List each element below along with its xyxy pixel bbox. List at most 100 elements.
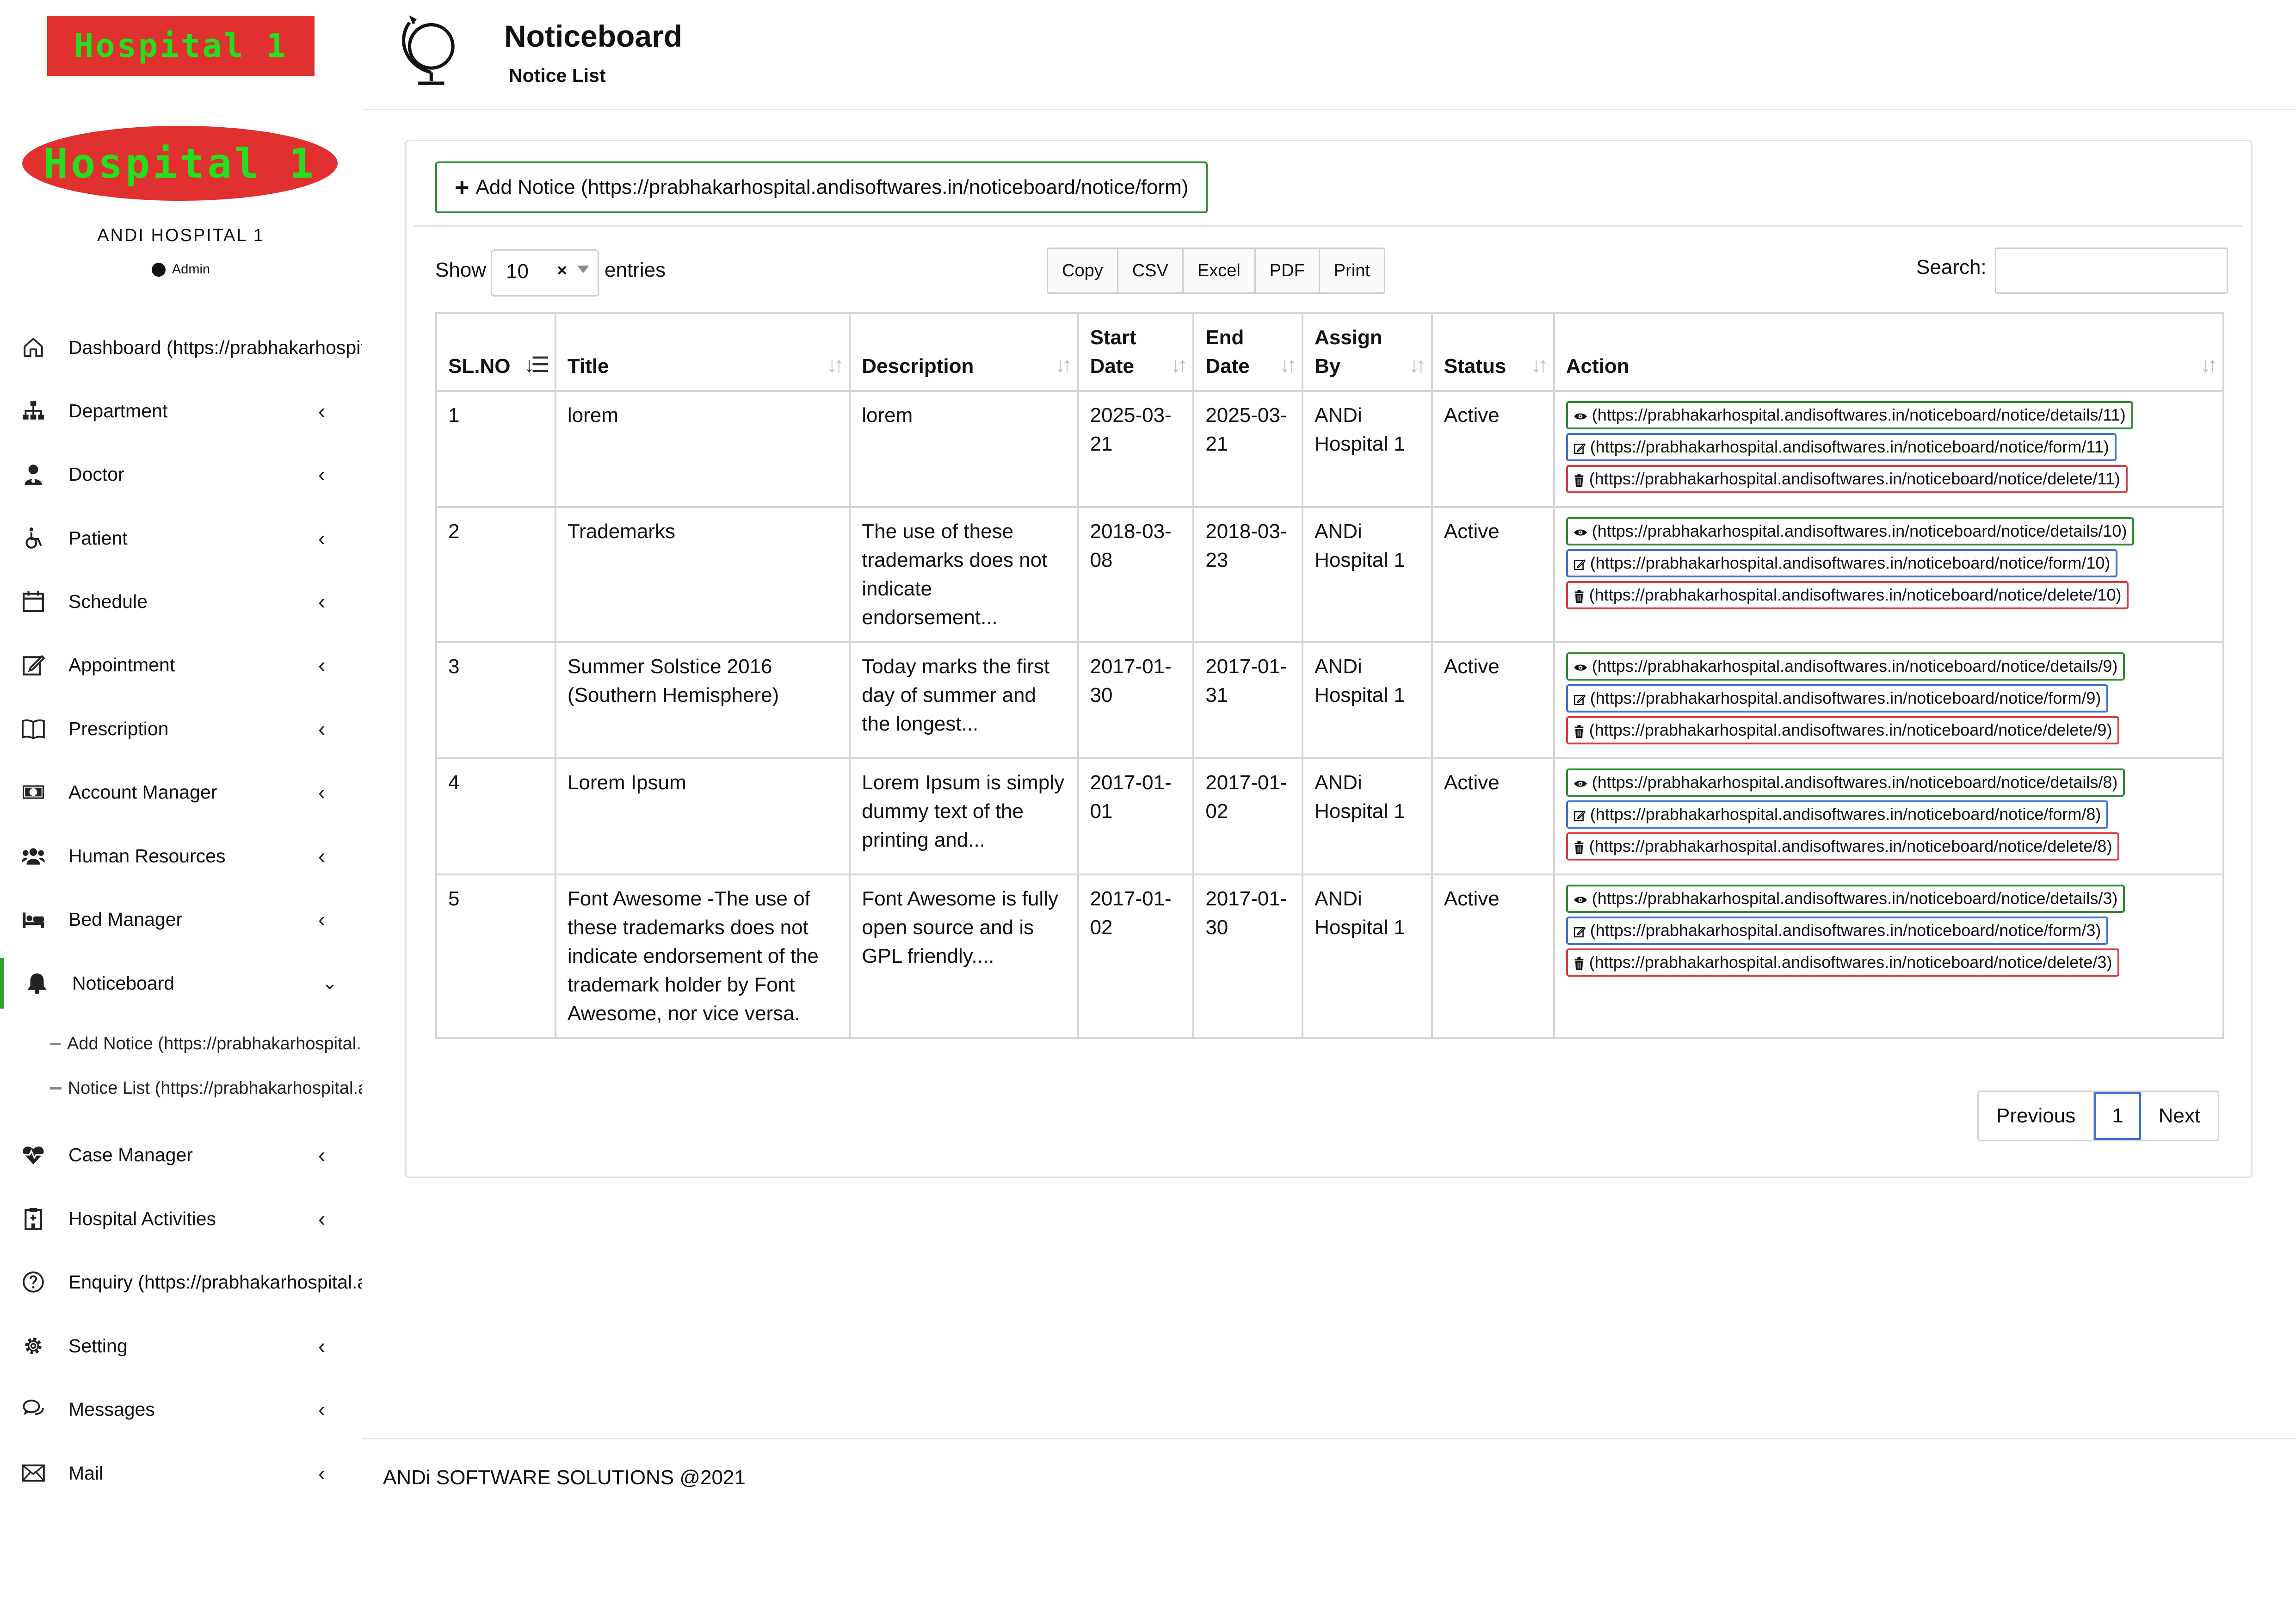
table-row: 2 Trademarks The use of these trademarks d… xyxy=(435,506,2225,643)
pagination-next[interactable]: Next xyxy=(2141,1092,2218,1140)
eye-icon xyxy=(1574,658,1587,675)
edit-notice-button[interactable]: (https://prabhakarhospital.andisoftwares… xyxy=(1566,549,2118,577)
delete-notice-button[interactable]: (https://prabhakarhospital.andisoftwares… xyxy=(1566,716,2120,744)
pagination-previous[interactable]: Previous xyxy=(1979,1092,2095,1140)
delete-notice-button[interactable]: (https://prabhakarhospital.andisoftwares… xyxy=(1566,581,2129,609)
column-header-label: Assign By xyxy=(1315,326,1383,378)
dash-icon xyxy=(50,1087,62,1090)
view-notice-button[interactable]: (https://prabhakarhospital.andisoftwares… xyxy=(1566,401,2133,429)
sidebar-subitem-notice-list[interactable]: Notice List (https://prabhakarhospital.a… xyxy=(50,1070,362,1107)
print-button[interactable]: Print xyxy=(1320,249,1384,292)
sidebar-item-bed-manager[interactable]: Bed Manager ‹ xyxy=(0,894,362,945)
edit-icon xyxy=(1574,690,1586,707)
cell-start-date: 2017-01-01 xyxy=(1077,757,1195,875)
plus-icon: + xyxy=(455,173,469,201)
trash-icon xyxy=(1574,471,1585,488)
sidebar-item-enquiry[interactable]: Enquiry (https://prabhakarhospital.andis… xyxy=(0,1257,362,1307)
entries-select[interactable]: 10 × xyxy=(491,249,599,297)
table-row: 4 Lorem Ipsum Lorem Ipsum is simply dummy … xyxy=(435,757,2225,875)
column-header-status[interactable]: Status ↓↑ xyxy=(1431,312,1555,392)
sidebar-item-noticeboard[interactable]: Noticeboard ⌄ xyxy=(0,958,365,1009)
table-header-row: SL.NO ↓☰ Title ↓↑ Description ↓↑ Start Date… xyxy=(435,312,2225,392)
view-notice-button[interactable]: (https://prabhakarhospital.andisoftwares… xyxy=(1566,517,2135,545)
csv-button[interactable]: CSV xyxy=(1118,249,1184,292)
edit-notice-button[interactable]: (https://prabhakarhospital.andisoftwares… xyxy=(1566,917,2109,945)
column-header-action[interactable]: Action ↓↑ xyxy=(1553,312,2225,392)
sidebar-item-case-manager[interactable]: Case Manager ‹ xyxy=(0,1129,362,1180)
cell-title: Font Awesome -The use of these trademark… xyxy=(554,873,851,1039)
cell-title: lorem xyxy=(554,390,851,508)
column-header-assign-by[interactable]: Assign By ↓↑ xyxy=(1302,312,1433,392)
search-input[interactable] xyxy=(1995,248,2228,294)
view-notice-button[interactable]: (https://prabhakarhospital.andisoftwares… xyxy=(1566,768,2125,797)
sidebar-item-label: Prescription xyxy=(68,718,169,739)
excel-button[interactable]: Excel xyxy=(1183,249,1256,292)
cell-end-date: 2018-03-23 xyxy=(1192,506,1304,643)
sidebar-item-account-manager[interactable]: Account Manager ‹ xyxy=(0,767,362,818)
show-label: Show xyxy=(435,259,487,281)
online-status-dot xyxy=(151,263,166,277)
divider xyxy=(414,225,2242,227)
chevron-left-icon: ‹ xyxy=(318,1461,326,1485)
view-link-label: (https://prabhakarhospital.andisoftwares… xyxy=(1592,889,2118,908)
user-md-icon xyxy=(19,459,48,489)
cell-assign-by: ANDi Hospital 1 xyxy=(1302,873,1433,1039)
sidebar-item-department[interactable]: Department ‹ xyxy=(0,385,362,436)
column-header-description[interactable]: Description ↓↑ xyxy=(849,312,1079,392)
sidebar-item-label: Enquiry (https://prabhakarhospital.andis… xyxy=(68,1271,362,1293)
chevron-left-icon: ‹ xyxy=(318,399,326,423)
pagination-page-current[interactable]: 1 xyxy=(2094,1092,2141,1140)
edit-icon xyxy=(1574,922,1586,940)
view-notice-button[interactable]: (https://prabhakarhospital.andisoftwares… xyxy=(1566,652,2125,681)
sidebar-item-mail[interactable]: Mail ‹ xyxy=(0,1448,362,1499)
add-notice-button[interactable]: + Add Notice (https://prabhakarhospital.… xyxy=(435,161,1208,213)
sidebar-item-label: Patient xyxy=(68,527,128,549)
cell-action: (https://prabhakarhospital.andisoftwares… xyxy=(1553,506,2225,643)
column-header-title[interactable]: Title ↓↑ xyxy=(554,312,851,392)
sidebar-item-patient[interactable]: Patient ‹ xyxy=(0,513,362,564)
view-notice-button[interactable]: (https://prabhakarhospital.andisoftwares… xyxy=(1566,885,2125,913)
hospital-name: ANDI HOSPITAL 1 xyxy=(97,226,265,245)
cell-status: Active xyxy=(1431,757,1555,875)
cell-status: Active xyxy=(1431,641,1555,759)
delete-link-label: (https://prabhakarhospital.andisoftwares… xyxy=(1589,953,2112,972)
sidebar-item-dashboard[interactable]: Dashboard (https://prabhakarhospital.and… xyxy=(0,322,362,373)
pdf-button[interactable]: PDF xyxy=(1255,249,1320,292)
sidebar-item-schedule[interactable]: Schedule ‹ xyxy=(0,576,362,627)
sidebar-item-human-resources[interactable]: Human Resources ‹ xyxy=(0,830,362,881)
delete-notice-button[interactable]: (https://prabhakarhospital.andisoftwares… xyxy=(1566,465,2128,493)
bed-icon xyxy=(19,904,48,934)
cell-action: (https://prabhakarhospital.andisoftwares… xyxy=(1553,390,2225,508)
delete-notice-button[interactable]: (https://prabhakarhospital.andisoftwares… xyxy=(1566,832,2120,861)
edit-notice-button[interactable]: (https://prabhakarhospital.andisoftwares… xyxy=(1566,684,2109,712)
table-row: 3 Summer Solstice 2016 (Southern Hemisphe… xyxy=(435,641,2225,759)
sidebar-item-label: Case Manager xyxy=(68,1144,193,1165)
sidebar-item-hospital-activities[interactable]: Hospital Activities ‹ xyxy=(0,1193,362,1244)
sidebar-item-setting[interactable]: Setting ‹ xyxy=(0,1320,362,1371)
sidebar-item-label: Department xyxy=(68,400,168,421)
sidebar-subitem-add-notice[interactable]: Add Notice (https://prabhakarhospital.an… xyxy=(50,1025,362,1062)
copy-button[interactable]: Copy xyxy=(1048,249,1118,292)
edit-notice-button[interactable]: (https://prabhakarhospital.andisoftwares… xyxy=(1566,433,2117,461)
sidebar-item-messages[interactable]: Messages ‹ xyxy=(0,1384,362,1435)
sidebar-item-appointment[interactable]: Appointment ‹ xyxy=(0,639,362,690)
column-header-start-date[interactable]: Start Date ↓↑ xyxy=(1077,312,1195,392)
edit-notice-button[interactable]: (https://prabhakarhospital.andisoftwares… xyxy=(1566,800,2109,829)
sidebar-item-prescription[interactable]: Prescription ‹ xyxy=(0,703,362,754)
user-role: Admin xyxy=(0,262,362,277)
column-header-sl-no[interactable]: SL.NO ↓☰ xyxy=(435,312,556,392)
brand-logo[interactable]: Hospital 1 xyxy=(47,16,315,76)
sidebar: Hospital 1 Hospital 1 ANDI HOSPITAL 1 Ad… xyxy=(0,0,362,1623)
clear-icon[interactable]: × xyxy=(557,261,567,281)
cell-sl-no: 1 xyxy=(435,390,556,508)
cell-start-date: 2017-01-02 xyxy=(1077,873,1195,1039)
cell-assign-by: ANDi Hospital 1 xyxy=(1302,506,1433,643)
sidebar-item-doctor[interactable]: Doctor ‹ xyxy=(0,449,362,500)
delete-notice-button[interactable]: (https://prabhakarhospital.andisoftwares… xyxy=(1566,948,2120,977)
cell-action: (https://prabhakarhospital.andisoftwares… xyxy=(1553,873,2225,1039)
bell-icon xyxy=(22,968,52,998)
column-header-end-date[interactable]: End Date ↓↑ xyxy=(1192,312,1304,392)
edit-icon xyxy=(1574,555,1586,572)
notice-table: SL.NO ↓☰ Title ↓↑ Description ↓↑ Start Date… xyxy=(435,312,2225,1039)
sidebar-item-label: Bed Manager xyxy=(68,908,183,930)
